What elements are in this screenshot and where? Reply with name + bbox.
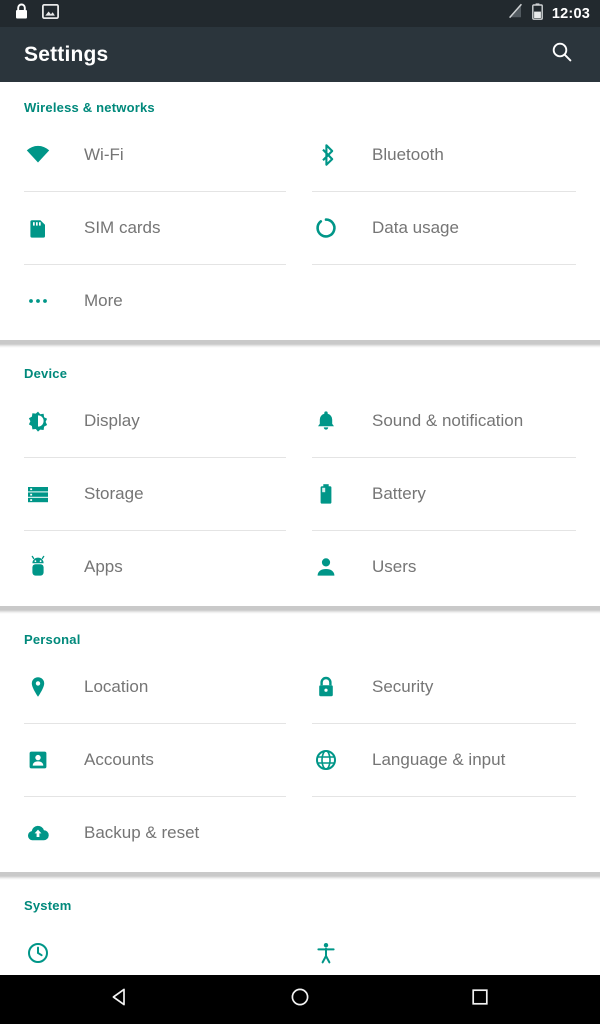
settings-item-battery[interactable]: Battery xyxy=(300,458,600,531)
settings-item-security[interactable]: Security xyxy=(300,651,600,724)
account-card-icon xyxy=(24,746,58,774)
nav-recents-button[interactable] xyxy=(416,975,544,1024)
search-icon xyxy=(550,40,574,69)
search-button[interactable] xyxy=(544,37,580,73)
padlock-icon xyxy=(312,673,346,701)
accessibility-icon xyxy=(312,939,346,967)
data-usage-icon xyxy=(312,214,346,242)
android-robot-icon xyxy=(24,553,58,581)
back-triangle-icon xyxy=(109,986,131,1013)
divider xyxy=(24,337,286,338)
section-header-device: Device xyxy=(24,366,68,381)
nav-home-button[interactable] xyxy=(236,975,364,1024)
settings-item-label: Bluetooth xyxy=(372,145,444,164)
settings-item-label: More xyxy=(84,291,123,310)
divider xyxy=(312,603,576,604)
bluetooth-icon xyxy=(312,141,346,169)
page-title: Settings xyxy=(24,42,109,66)
navigation-bar xyxy=(0,975,600,1024)
settings-item-storage[interactable]: Storage xyxy=(0,458,300,531)
divider xyxy=(24,869,286,870)
settings-item-label: Apps xyxy=(84,557,123,576)
settings-item-accounts[interactable]: Accounts xyxy=(0,724,300,797)
section-wireless-networks: Wireless & networks Wi-Fi Bluetooth SIM … xyxy=(0,82,600,340)
settings-item-sim-cards[interactable]: SIM cards xyxy=(0,192,300,265)
section-device: Device Display Sound & notification Stor… xyxy=(0,348,600,606)
status-bar-clock: 12:03 xyxy=(551,5,590,22)
brightness-icon xyxy=(24,407,58,435)
cloud-upload-icon xyxy=(24,819,58,847)
settings-item-apps[interactable]: Apps xyxy=(0,531,300,604)
status-bar-right-icons: 12:03 xyxy=(508,2,590,25)
section-separator xyxy=(0,340,600,348)
settings-empty-cell xyxy=(300,265,600,338)
bell-icon xyxy=(312,407,346,435)
settings-item-label: Storage xyxy=(84,484,144,503)
settings-item-users[interactable]: Users xyxy=(300,531,600,604)
section-separator xyxy=(0,606,600,614)
settings-item-label: Data usage xyxy=(372,218,459,237)
storage-icon xyxy=(24,480,58,508)
home-circle-icon xyxy=(289,986,311,1013)
section-personal: Personal Location Security Accounts Lang… xyxy=(0,614,600,872)
settings-item-display[interactable]: Display xyxy=(0,385,300,458)
settings-item-label: Backup & reset xyxy=(84,823,200,842)
settings-item-wifi[interactable]: Wi-Fi xyxy=(0,119,300,192)
settings-item-label: Users xyxy=(372,557,417,576)
settings-item-system-partial-left[interactable] xyxy=(0,917,300,975)
settings-item-bluetooth[interactable]: Bluetooth xyxy=(300,119,600,192)
more-dots-icon xyxy=(24,287,58,315)
settings-item-language-input[interactable]: Language & input xyxy=(300,724,600,797)
section-header-personal: Personal xyxy=(24,632,81,647)
section-system: System xyxy=(0,880,600,975)
settings-item-label: Battery xyxy=(372,484,426,503)
settings-item-location[interactable]: Location xyxy=(0,651,300,724)
settings-item-label: Sound & notification xyxy=(372,411,524,430)
battery-full-icon xyxy=(312,480,346,508)
signal-off-icon xyxy=(508,3,523,24)
settings-empty-cell xyxy=(300,797,600,870)
settings-item-label: Wi-Fi xyxy=(84,145,124,164)
clock-icon xyxy=(24,939,58,967)
settings-item-label: Security xyxy=(372,677,434,696)
settings-item-backup-reset[interactable]: Backup & reset xyxy=(0,797,300,870)
android-settings-screen: 12:03 Settings Wireless & networks Wi-Fi… xyxy=(0,0,600,1024)
settings-item-label: Accounts xyxy=(84,750,154,769)
battery-icon xyxy=(532,2,543,25)
recents-square-icon xyxy=(470,987,490,1012)
location-pin-icon xyxy=(24,673,58,701)
settings-item-sound-notification[interactable]: Sound & notification xyxy=(300,385,600,458)
settings-item-label: SIM cards xyxy=(84,218,161,237)
sim-card-icon xyxy=(24,214,58,242)
status-bar: 12:03 xyxy=(0,0,600,27)
globe-icon xyxy=(312,746,346,774)
settings-item-label: Language & input xyxy=(372,750,506,769)
person-icon xyxy=(312,553,346,581)
settings-item-data-usage[interactable]: Data usage xyxy=(300,192,600,265)
settings-list[interactable]: Wireless & networks Wi-Fi Bluetooth SIM … xyxy=(0,82,600,975)
section-header-system: System xyxy=(24,898,72,913)
settings-item-label: Display xyxy=(84,411,140,430)
settings-item-more[interactable]: More xyxy=(0,265,300,338)
screenshot-image-icon xyxy=(41,3,59,24)
settings-item-label: Location xyxy=(84,677,149,696)
divider xyxy=(24,603,286,604)
lock-icon xyxy=(14,3,29,25)
nav-back-button[interactable] xyxy=(56,975,184,1024)
settings-item-system-partial-right[interactable] xyxy=(300,917,600,975)
section-header-wireless-networks: Wireless & networks xyxy=(24,100,155,115)
section-separator xyxy=(0,872,600,880)
wifi-icon xyxy=(24,141,58,169)
app-bar: Settings xyxy=(0,27,600,82)
status-bar-left-icons xyxy=(14,3,508,25)
